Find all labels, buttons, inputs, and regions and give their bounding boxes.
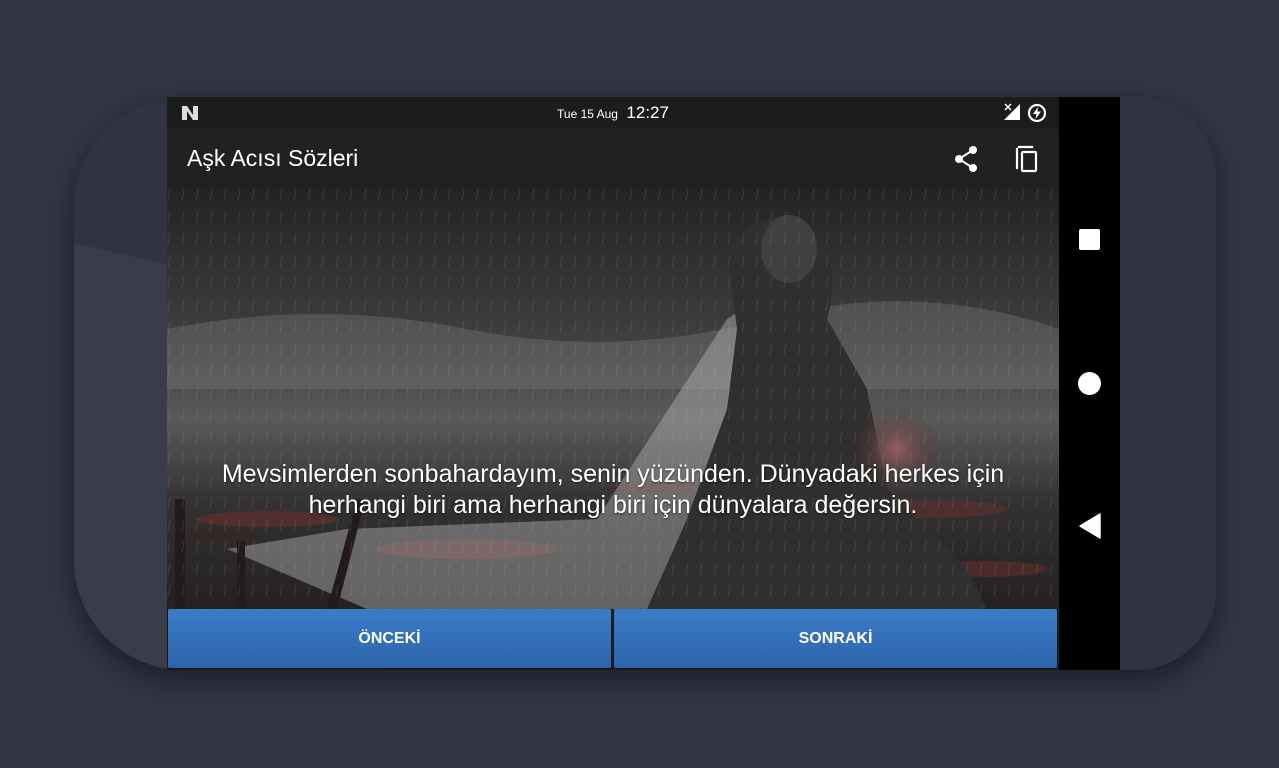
quote-text: Mevsimlerden sonbahardayım, senin yüzünd…	[221, 460, 1005, 519]
home-icon[interactable]	[1078, 372, 1101, 395]
status-time: 12:27	[626, 103, 669, 122]
navigation-bar	[1059, 97, 1120, 670]
battery-charging-icon	[1027, 103, 1047, 123]
photo-bride-in-rain	[167, 189, 1059, 609]
copy-icon[interactable]	[1009, 141, 1045, 177]
status-bar: Tue 15 Aug 12:27	[167, 97, 1059, 129]
status-date: Tue 15 Aug	[557, 107, 618, 121]
recents-icon[interactable]	[1079, 229, 1100, 250]
next-button[interactable]: SONRAKİ	[614, 609, 1057, 668]
background-photo: Mevsimlerden sonbahardayım, senin yüzünd…	[167, 189, 1059, 609]
app-screen: Tue 15 Aug 12:27 Aşk Acısı Sözleri Mevsi…	[167, 97, 1059, 670]
signal-icon	[1004, 103, 1020, 120]
app-bar: Aşk Acısı Sözleri	[167, 129, 1059, 189]
previous-button[interactable]: ÖNCEKİ	[168, 609, 611, 668]
status-clock: Tue 15 Aug 12:27	[167, 103, 1059, 123]
share-icon[interactable]	[949, 141, 985, 177]
app-title: Aşk Acısı Sözleri	[187, 145, 359, 171]
back-icon[interactable]	[1078, 513, 1102, 539]
